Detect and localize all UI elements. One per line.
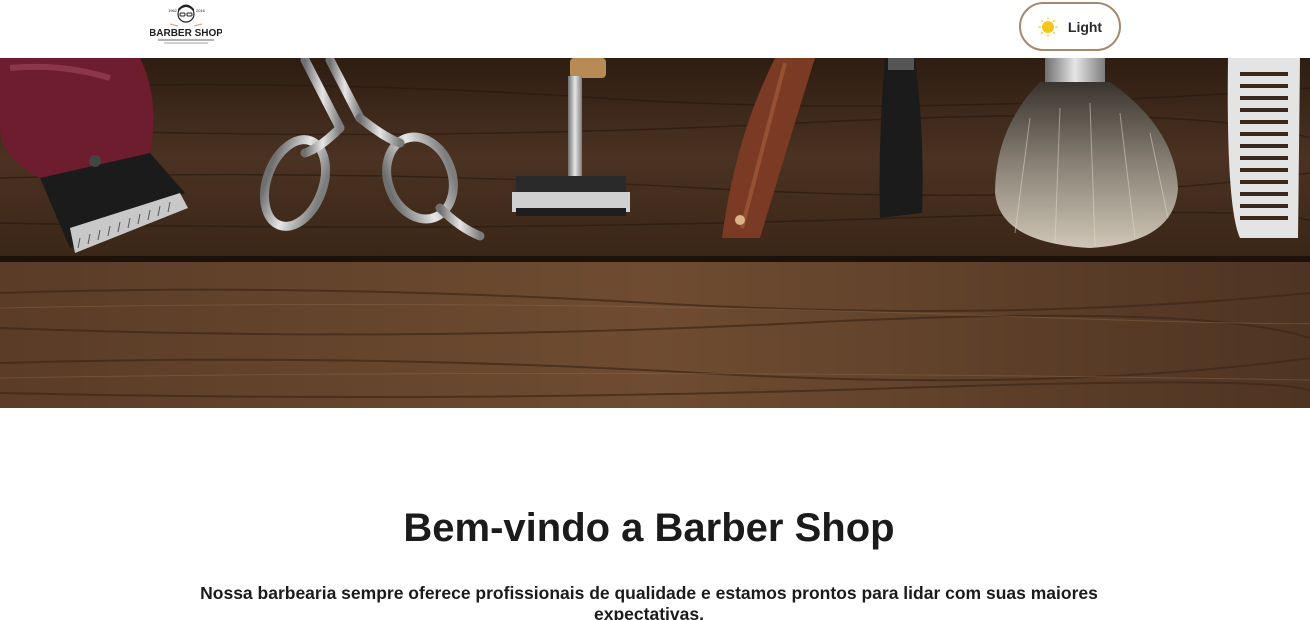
welcome-section: Bem-vindo a Barber Shop Nossa barbearia … bbox=[0, 408, 1310, 620]
welcome-text: Nossa barbearia sempre oferece profissio… bbox=[200, 583, 1098, 620]
theme-toggle-button[interactable]: Light bbox=[1019, 2, 1121, 51]
hero-banner bbox=[0, 58, 1310, 408]
sun-icon bbox=[1038, 16, 1058, 37]
logo-year-left: 1962 bbox=[168, 8, 178, 13]
logo-text: BARBER SHOP bbox=[150, 28, 222, 39]
welcome-title: Bem-vindo a Barber Shop bbox=[403, 506, 895, 550]
comb-icon bbox=[1227, 58, 1300, 238]
logo-year-right: 2016 bbox=[196, 8, 206, 13]
barber-tools-image bbox=[0, 58, 1310, 408]
theme-toggle-label: Light bbox=[1067, 18, 1103, 35]
barber-logo-icon[interactable]: 1962 2016 BARBER SHOP bbox=[150, 2, 222, 54]
site-header: 1962 2016 BARBER SHOP Light bbox=[0, 0, 1310, 58]
